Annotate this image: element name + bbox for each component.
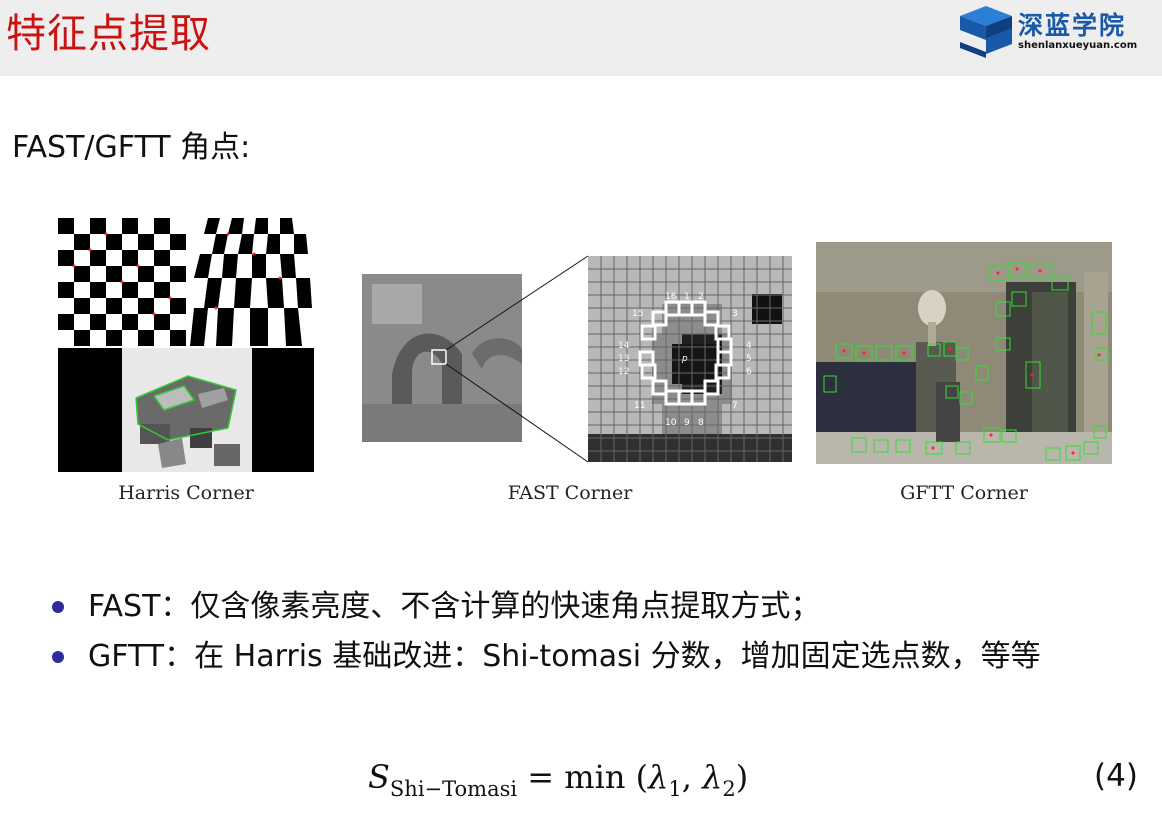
fast-label: 1	[684, 292, 690, 302]
formula-lambda-1: λ	[648, 758, 669, 796]
fast-label: 6	[746, 367, 752, 377]
formula-lambda-2: λ	[702, 758, 723, 796]
fast-label: 15	[632, 309, 643, 319]
formula-close: )	[735, 758, 749, 796]
fast-label: 9	[684, 418, 690, 428]
fast-label: 4	[746, 341, 752, 351]
fast-label: 5	[746, 354, 752, 364]
bullet-item: FAST：仅含像素亮度、不含计算的快速角点提取方式；	[52, 588, 1152, 626]
logo: 深蓝学院 shenlanxueyuan.com	[956, 4, 1156, 64]
bullet-list: FAST：仅含像素亮度、不含计算的快速角点提取方式； GFTT：在 Harris…	[52, 588, 1152, 688]
bullet-dot-icon	[52, 601, 64, 613]
formula: SShi−Tomasi = min (λ1, λ2)	[368, 758, 748, 801]
fast-label: 10	[665, 418, 677, 428]
formula-sub-1: 1	[668, 777, 682, 801]
bullet-text: GFTT：在 Harris 基础改进：Shi-tomasi 分数，增加固定选点数…	[88, 639, 1041, 674]
equation-number: (4)	[1094, 758, 1138, 794]
slide-header: 特征点提取 深蓝学院 shenlanxueyuan.com	[0, 0, 1162, 76]
formula-comma: ,	[681, 758, 703, 796]
formula-rhs-pre: = min (	[517, 758, 649, 796]
fast-corner-image: 16 1 2 15 3 14 4 13 5 12 6 11 7 10 9 8 p	[362, 255, 792, 463]
logo-icon	[960, 6, 1012, 58]
section-subtitle: FAST/GFTT 角点:	[12, 130, 251, 165]
fast-corner-figure: 16 1 2 15 3 14 4 13 5 12 6 11 7 10 9 8 p…	[362, 254, 792, 504]
fast-label: 8	[698, 418, 704, 428]
fast-label: 13	[618, 354, 629, 364]
formula-lhs-sub: Shi−Tomasi	[389, 777, 518, 801]
logo-text-cn: 深蓝学院	[1018, 11, 1127, 40]
formula-sub-2: 2	[722, 777, 736, 801]
harris-caption: Harris Corner	[118, 482, 254, 504]
fast-label: 16	[665, 292, 677, 302]
harris-corner-image	[58, 218, 314, 472]
gftt-caption: GFTT Corner	[900, 482, 1028, 504]
fast-label: 7	[732, 401, 738, 411]
bullet-text: FAST：仅含像素亮度、不含计算的快速角点提取方式；	[88, 589, 821, 624]
formula-lhs: S	[368, 758, 390, 796]
fast-label: 11	[634, 401, 645, 411]
harris-corner-figure: Harris Corner	[58, 218, 314, 504]
bullet-dot-icon	[52, 651, 64, 663]
fast-label: 2	[698, 292, 704, 302]
fast-label: 12	[618, 367, 629, 377]
fast-caption: FAST Corner	[507, 482, 633, 504]
gftt-corner-image	[816, 242, 1112, 464]
logo-text-en: shenlanxueyuan.com	[1018, 40, 1138, 51]
gftt-corner-figure: GFTT Corner	[816, 242, 1112, 504]
bullet-item: GFTT：在 Harris 基础改进：Shi-tomasi 分数，增加固定选点数…	[52, 638, 1152, 676]
fast-label: 14	[618, 341, 630, 351]
fast-label: 3	[732, 309, 738, 319]
fast-label: p	[681, 354, 688, 364]
slide-title: 特征点提取	[6, 11, 211, 57]
